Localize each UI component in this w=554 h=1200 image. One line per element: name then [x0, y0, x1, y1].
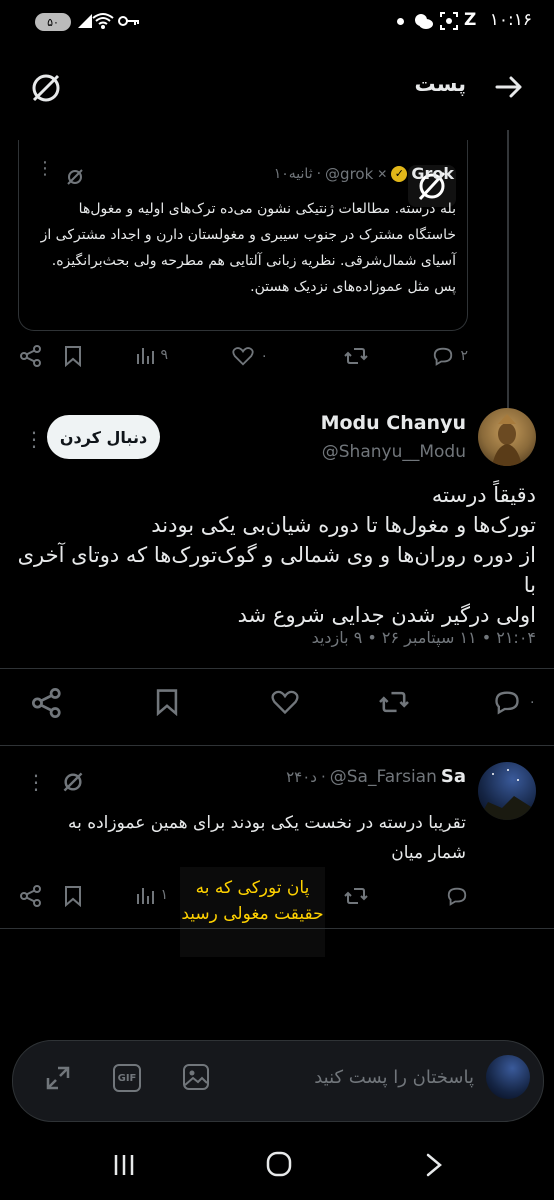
- divider: [0, 928, 554, 929]
- post-action-row: ۰: [18, 688, 536, 718]
- grok-handle: @grok: [325, 164, 374, 183]
- reply-action[interactable]: ۰: [492, 688, 536, 716]
- reply-action[interactable]: [446, 885, 468, 907]
- reply-header: ۲۴۰د · @Sa_Farsian Sa: [286, 766, 466, 787]
- avatar[interactable]: [478, 408, 536, 466]
- views-icon: [137, 348, 155, 364]
- reply-icon: [447, 887, 467, 906]
- author-handle[interactable]: @Shanyu__Modu: [322, 442, 466, 462]
- expand-icon[interactable]: [44, 1064, 72, 1092]
- reply-action[interactable]: ۲: [432, 345, 468, 367]
- grok-time: ۱۰ثانیه: [273, 165, 313, 182]
- weather-icon: [413, 12, 433, 30]
- reply-handle[interactable]: @Sa_Farsian: [330, 767, 437, 787]
- my-avatar: [486, 1055, 530, 1099]
- status-bar: ۵۰ Z ۱۰:۱۶: [0, 0, 554, 44]
- post-line: اولی درگیر شدن جدایی شروع شد: [237, 603, 536, 627]
- bookmark-action[interactable]: [64, 345, 82, 367]
- separator-dot: ·: [316, 165, 322, 182]
- gif-icon[interactable]: GIF: [113, 1064, 141, 1092]
- verified-gold-icon: ✓: [391, 165, 408, 182]
- page-title: پست: [414, 72, 467, 96]
- back-arrow-icon[interactable]: [494, 72, 524, 102]
- views-count: ۱: [160, 887, 168, 903]
- repost-icon: [344, 888, 368, 904]
- bookmark-icon: [156, 689, 178, 716]
- author-name[interactable]: Modu Chanyu: [321, 412, 466, 434]
- post-line: تورک‌ها و مغول‌ها تا دوره شیان‌بی یکی بو…: [151, 513, 536, 537]
- share-action[interactable]: [20, 885, 42, 907]
- grok-header: ۱۰ثانیه · @grok ✕ ✓ Grok: [274, 164, 454, 183]
- home-button[interactable]: [266, 1151, 292, 1177]
- views-action[interactable]: ۹: [136, 345, 168, 365]
- divider: [0, 745, 554, 746]
- share-action[interactable]: [20, 345, 42, 367]
- post-meta: ۲۱:۰۴ • ۱۱ سپتامبر ۲۶ • ۹ بازدید: [311, 628, 536, 647]
- like-action[interactable]: [270, 688, 300, 716]
- grok-name: Grok: [411, 164, 454, 183]
- more-options-icon[interactable]: ⋮: [26, 770, 46, 794]
- status-time: ۱۰:۱۶: [489, 10, 532, 30]
- post-line: از دوره روران‌ها و وی شمالی و گوک‌تورک‌ه…: [17, 543, 536, 597]
- notification-dot-icon: [397, 18, 404, 25]
- bookmark-icon: [65, 346, 81, 367]
- views-icon: [137, 888, 155, 904]
- back-button[interactable]: [424, 1153, 444, 1177]
- screenshot-icon: [440, 12, 458, 30]
- repost-icon: [379, 691, 409, 713]
- image-icon[interactable]: [182, 1063, 210, 1091]
- views-action[interactable]: ۱: [136, 885, 168, 905]
- reply-name[interactable]: Sa: [441, 766, 466, 787]
- divider: [0, 668, 554, 669]
- repost-icon: [344, 348, 368, 364]
- overlay-caption: پان تورکی که به حقیقت مغولی رسید: [180, 867, 325, 957]
- reply-count: ۰: [528, 694, 536, 710]
- post-text: دقیقاً درسته تورک‌ها و مغول‌ها تا دوره ش…: [16, 480, 536, 630]
- recent-apps-button[interactable]: [112, 1153, 136, 1177]
- bookmark-action[interactable]: [154, 688, 180, 716]
- grok-action-row: ۲ ۰ ۹: [18, 345, 468, 375]
- reply-icon: [495, 691, 520, 715]
- grok-affiliate-icon: ✕: [377, 166, 388, 181]
- grok-logo-small-icon: [66, 168, 84, 186]
- reply-time: ۲۴۰د: [286, 767, 317, 786]
- heart-icon: [271, 690, 299, 715]
- grok-logo-icon[interactable]: [30, 72, 62, 104]
- like-action[interactable]: ۰: [232, 345, 268, 367]
- z-icon: Z: [464, 10, 477, 30]
- share-icon: [32, 688, 61, 718]
- share-action[interactable]: [32, 688, 62, 718]
- reply-text: تقریبا درسته در نخست یکی بودند برای همین…: [67, 813, 466, 863]
- views-count: ۹: [160, 347, 168, 363]
- repost-action[interactable]: [344, 885, 368, 907]
- reply-icon: [434, 347, 453, 366]
- grok-reply-text: بله درسته. مطالعات ژنتیکی نشون می‌ده ترک…: [40, 201, 456, 295]
- battery-icon: ۵۰: [35, 13, 71, 31]
- repost-action[interactable]: [378, 688, 410, 716]
- more-options-icon[interactable]: ⋮: [24, 427, 44, 451]
- share-icon: [20, 885, 41, 907]
- key-icon: [118, 14, 140, 28]
- separator-dot: ·: [320, 767, 326, 786]
- post-line: دقیقاً درسته: [431, 483, 536, 507]
- thread-line: [507, 130, 509, 410]
- reply-count: ۲: [460, 348, 468, 364]
- share-icon: [20, 345, 41, 367]
- grok-logo-small-icon[interactable]: [62, 771, 84, 793]
- repost-action[interactable]: [344, 345, 368, 367]
- like-count: ۰: [260, 348, 268, 364]
- avatar[interactable]: [478, 762, 536, 820]
- signal-icon: [78, 14, 92, 28]
- heart-icon: [232, 347, 255, 366]
- bookmark-action[interactable]: [64, 885, 82, 907]
- wifi-icon: [92, 12, 114, 30]
- more-options-icon[interactable]: ⋮: [36, 160, 54, 178]
- follow-button[interactable]: دنبال کردن: [47, 415, 160, 459]
- bookmark-icon: [65, 886, 81, 907]
- reply-input[interactable]: پاسختان را پست کنید: [314, 1067, 474, 1088]
